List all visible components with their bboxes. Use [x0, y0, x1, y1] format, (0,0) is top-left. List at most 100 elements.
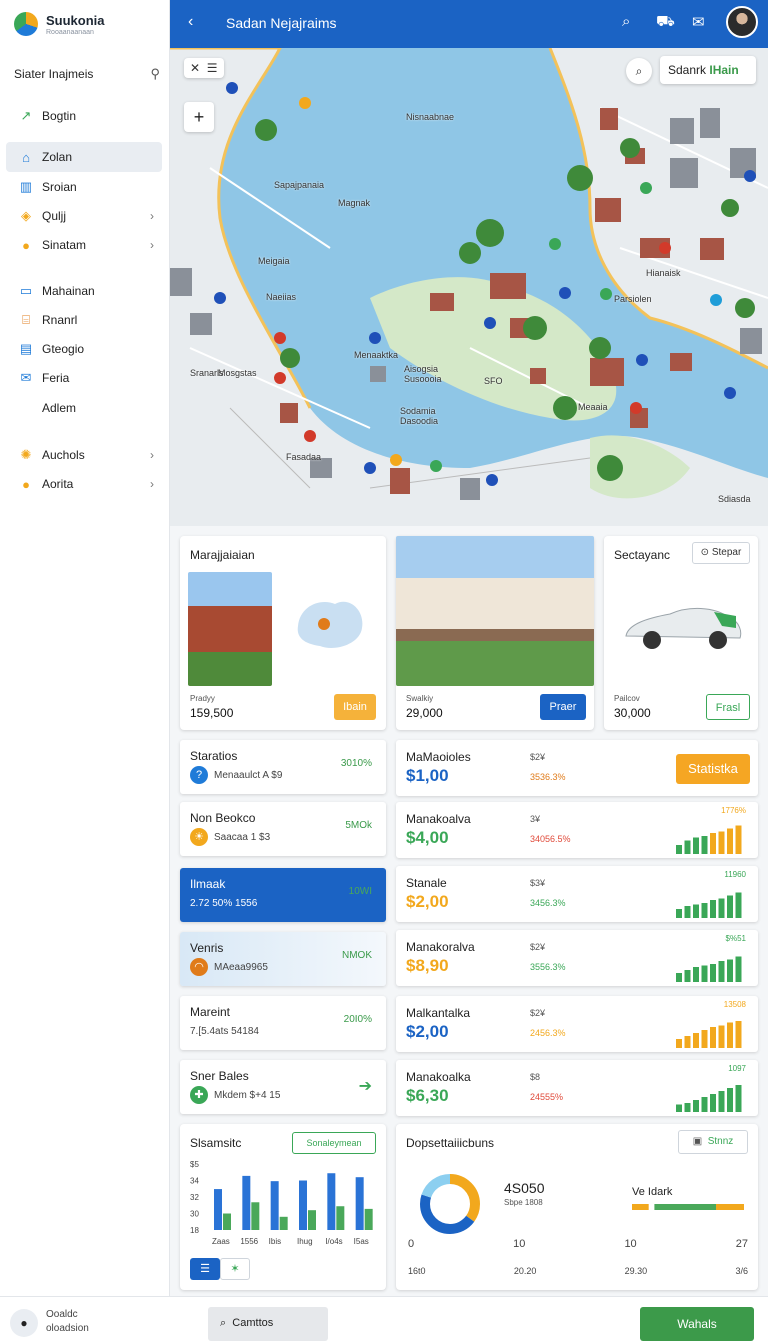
mini-bar: [710, 833, 716, 854]
app-tagline: Rooaanaanaan: [46, 28, 94, 36]
row-pct: $8: [530, 1072, 541, 1082]
stat-card[interactable]: Sner Bales Mkdem $+4 15 ✚ ➔: [180, 1060, 386, 1114]
price-row[interactable]: Manakoalka $6,30 $8 24555% 1097: [396, 1060, 758, 1116]
map-tools[interactable]: ✕ ☰: [184, 58, 224, 78]
sidebar-item[interactable]: ✺ Auchols ›: [6, 440, 162, 470]
sidebar-item[interactable]: ▤ Gteogio: [6, 334, 162, 364]
arrow-right-icon[interactable]: ➔: [359, 1076, 372, 1096]
sidebar-item[interactable]: ● Aorita ›: [6, 469, 162, 499]
mini-bar: [735, 1021, 742, 1048]
chart-filter-label: Sonaleymean: [306, 1138, 362, 1148]
price-row[interactable]: Malkantalka $2,00 $2¥ 2456.3% 13508: [396, 996, 758, 1052]
app-logo[interactable]: Suukonia Rooaanaanaan: [14, 12, 105, 36]
back-icon[interactable]: ‹: [188, 13, 193, 31]
statistics-button[interactable]: Statistka: [676, 754, 750, 784]
chart-filter-button[interactable]: ▣ Stnnz: [678, 1130, 748, 1154]
chevron-right-icon: ›: [150, 448, 154, 462]
sidebar-item[interactable]: ▭ Mahainan: [6, 276, 162, 306]
mini-bar: [676, 1039, 682, 1048]
bar: [364, 1208, 373, 1230]
sidebar-item-label: Adlem: [42, 401, 77, 415]
stat-card[interactable]: Venris MAeaa9965 NMOK ◠: [180, 932, 386, 986]
price-row[interactable]: Stanale $2,00 $3¥ 3456.3% 11960: [396, 866, 758, 922]
sidebar-item[interactable]: ↗ Bogtin: [6, 101, 162, 131]
avatar[interactable]: [726, 6, 758, 38]
map-canvas: [170, 48, 768, 526]
property-card[interactable]: Sectayanc ⊙ Stepar Pailcov 30,000 Frasl: [604, 536, 758, 730]
row-change: 34056.5%: [530, 834, 571, 844]
chat-icon[interactable]: ✉: [692, 13, 705, 31]
row-change: 3556.3%: [530, 962, 566, 972]
primary-action-button[interactable]: Wahals: [640, 1307, 754, 1341]
mini-bar: [718, 1025, 725, 1048]
sidebar-item[interactable]: ✉ Feria: [6, 363, 162, 393]
price-row[interactable]: Manakoalva $4,00 3¥ 34056.5% 1776%: [396, 802, 758, 858]
bar: [214, 1189, 222, 1230]
document-icon: ▤: [19, 341, 33, 356]
bar: [270, 1181, 279, 1230]
y-tick-label: 32: [190, 1193, 199, 1202]
stat-card[interactable]: Ilmaak 2.72 50% 1556 10WI: [180, 868, 386, 922]
sidebar-item[interactable]: ▥ Sroian: [6, 172, 162, 202]
map-label: Parsiolen: [614, 294, 652, 304]
close-icon[interactable]: ✕: [190, 61, 200, 75]
sidebar-item[interactable]: ● Sinatam ›: [6, 230, 162, 260]
map-search-input[interactable]: Sdanrk IHain: [660, 56, 756, 84]
list-view-button[interactable]: ☰: [190, 1258, 220, 1280]
bar: [327, 1173, 336, 1230]
status-sub: oloadsion: [46, 1323, 89, 1334]
mini-bar: [710, 964, 716, 982]
x-tick-label: Ibis: [269, 1237, 281, 1246]
search-icon[interactable]: ⌕: [622, 13, 630, 30]
bottom-search-input[interactable]: ⌕ Camttos: [208, 1307, 328, 1341]
mail-icon: ✉: [20, 370, 32, 385]
map-label: SFO: [484, 376, 503, 386]
car-photo: [625, 607, 742, 649]
row-amount: $8,90: [406, 956, 449, 975]
chat-icon: ⊙: [700, 547, 710, 558]
property-card[interactable]: Swalkiy 29,000 Praer: [396, 536, 594, 730]
card-action-button[interactable]: Frasl: [706, 694, 750, 720]
price-row[interactable]: MaMaoioles $1,00 $2¥ 3536.3% Statistka: [396, 740, 758, 796]
sidebar-item[interactable]: ⌂ Zolan: [6, 142, 162, 172]
cart-icon[interactable]: ⛟: [656, 13, 675, 32]
row-name: Malkantalka: [406, 1006, 471, 1020]
card-action-button[interactable]: Praer: [540, 694, 586, 720]
mini-bar-chart: [676, 956, 742, 982]
progress-segment: [648, 1204, 655, 1210]
donut-chart: [420, 1174, 480, 1234]
property-card[interactable]: Marajjaiaian Pradyy 159,500 Ibain: [180, 536, 386, 730]
mini-bar: [684, 970, 691, 982]
sidebar-item[interactable]: Adlem: [6, 393, 162, 423]
property-photo: [396, 536, 594, 686]
sidebar-item[interactable]: ◈ Quljj ›: [6, 201, 162, 231]
star-view-button[interactable]: ✶: [220, 1258, 250, 1280]
status-icon[interactable]: ●: [10, 1309, 38, 1337]
chart-filter-button[interactable]: Sonaleymean: [292, 1132, 376, 1154]
row-name: MaMaoioles: [406, 750, 471, 764]
user-icon[interactable]: ⚲: [150, 66, 160, 82]
map-search-text: Sdanrk: [668, 63, 707, 77]
layers-icon[interactable]: ☰: [207, 61, 218, 75]
row-change: 3536.3%: [530, 772, 566, 782]
price-value: 30,000: [614, 706, 651, 720]
stat-card[interactable]: Non Beokco Saacaa 1 $3 5MOk ☀: [180, 802, 386, 856]
stat-value: 20I0%: [343, 1014, 372, 1025]
mini-bar: [701, 903, 708, 918]
bar: [299, 1180, 307, 1230]
map-view[interactable]: ✕ ☰ + ⌕ Sdanrk IHain Nisnaabnae Sapajpan…: [170, 48, 768, 526]
stat-card[interactable]: Mareint 7.[5.4ats 54184 20I0%: [180, 996, 386, 1050]
map-search-icon[interactable]: ⌕: [626, 58, 652, 84]
bottom-bar: ● Ooaldc oloadsion ⌕ Camttos Wahals: [0, 1296, 768, 1344]
card-chip-button[interactable]: ⊙ Stepar: [692, 542, 750, 564]
row-pct: $2¥: [530, 942, 546, 952]
price-row[interactable]: Manakoralva $8,90 $2¥ 3556.3% $%51: [396, 930, 758, 986]
card-action-button[interactable]: Ibain: [334, 694, 376, 720]
stat-title: Venris: [190, 941, 224, 955]
axis-top: 0 10 10 27: [408, 1238, 748, 1250]
sidebar-item[interactable]: ⌸ Rnanrl: [6, 305, 162, 335]
zoom-in-button[interactable]: +: [184, 102, 214, 132]
card-title: Marajjaiaian: [190, 548, 255, 562]
mini-bar: [684, 840, 691, 854]
stat-card[interactable]: Staratios Menaaulct A $9 3010%?: [180, 740, 386, 794]
